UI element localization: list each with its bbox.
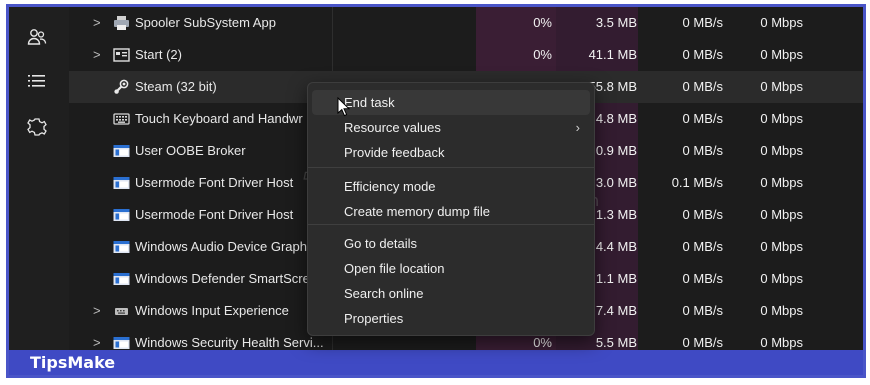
printer-icon (113, 15, 130, 31)
menu-item-label: Provide feedback (344, 145, 445, 160)
chevron-right-icon: › (575, 120, 580, 135)
menu-item-open-file-location[interactable]: Open file location (308, 256, 594, 281)
menu-item-end-task[interactable]: End task (312, 90, 590, 115)
menu-item-efficiency-mode[interactable]: Efficiency mode (308, 174, 594, 199)
window-icon (113, 175, 130, 191)
network-value: 0 Mbps (760, 207, 803, 222)
menu-item-provide-feedback[interactable]: Provide feedback (308, 140, 594, 165)
disk-value: 0 MB/s (682, 79, 723, 94)
network-value: 0 Mbps (760, 79, 803, 94)
services-icon[interactable] (25, 115, 49, 139)
menu-item-search-online[interactable]: Search online (308, 281, 594, 306)
menu-item-label: Efficiency mode (344, 179, 436, 194)
window-icon (113, 143, 130, 159)
table-row[interactable]: > Spooler SubSystem App 0% 3.5 MB 0 MB/s 0 Mb… (69, 7, 863, 39)
window-icon (113, 207, 130, 223)
details-list-icon[interactable] (25, 69, 49, 93)
network-value: 0 Mbps (760, 143, 803, 158)
network-value: 0 Mbps (760, 303, 803, 318)
expand-chevron-icon[interactable]: > (93, 295, 101, 327)
table-row[interactable]: > Start (2) 0% 41.1 MB 0 MB/s 0 Mbps (69, 39, 863, 71)
menu-item-properties[interactable]: Properties (308, 306, 594, 331)
disk-value: 0 MB/s (682, 207, 723, 222)
process-name: Windows Audio Device Graph (135, 239, 307, 254)
menu-separator (308, 224, 594, 225)
disk-value: 0.1 MB/s (671, 175, 723, 190)
menu-item-label: Go to details (344, 236, 417, 251)
process-name: Steam (32 bit) (135, 79, 217, 94)
process-name: Windows Input Experience (135, 303, 289, 318)
menu-item-go-to-details[interactable]: Go to details (308, 231, 594, 256)
menu-item-label: Properties (344, 311, 404, 326)
disk-value: 0 MB/s (682, 47, 723, 62)
process-name: Start (2) (135, 47, 182, 62)
cpu-value: 0% (533, 47, 552, 62)
menu-item-label: Search online (344, 286, 424, 301)
keyboard-icon (113, 111, 130, 127)
network-value: 0 Mbps (760, 239, 803, 254)
disk-value: 0 MB/s (682, 111, 723, 126)
window-icon (113, 239, 130, 255)
menu-item-label: Resource values (344, 120, 441, 135)
process-name: User OOBE Broker (135, 143, 246, 158)
expand-chevron-icon[interactable]: > (93, 7, 101, 39)
expand-chevron-icon[interactable]: > (93, 39, 101, 71)
menu-item-label: Open file location (344, 261, 445, 276)
process-name: Windows Defender SmartScre (135, 271, 310, 286)
disk-value: 0 MB/s (682, 143, 723, 158)
network-value: 0 Mbps (760, 15, 803, 30)
disk-value: 0 MB/s (682, 15, 723, 30)
input-icon (113, 303, 130, 319)
mouse-cursor-icon (337, 96, 351, 122)
app-icon (113, 47, 130, 63)
steam-icon (113, 79, 130, 95)
cpu-value: 0% (533, 15, 552, 30)
window-icon (113, 271, 130, 287)
menu-item-create-memory-dump-file[interactable]: Create memory dump file (308, 199, 594, 224)
memory-value: 3.5 MB (595, 15, 637, 30)
process-name: Spooler SubSystem App (135, 15, 276, 30)
process-name: Usermode Font Driver Host (135, 175, 294, 190)
network-value: 0 Mbps (760, 271, 803, 286)
process-name: Usermode Font Driver Host (135, 207, 294, 222)
footer-brand: TipsMake (30, 353, 116, 372)
users-icon[interactable] (25, 25, 49, 49)
disk-value: 0 MB/s (682, 239, 723, 254)
menu-item-label: Create memory dump file (344, 204, 490, 219)
menu-item-label: End task (344, 95, 395, 110)
process-name: Touch Keyboard and Handwr (135, 111, 303, 126)
navigation-rail (9, 7, 69, 350)
network-value: 0 Mbps (760, 175, 803, 190)
network-value: 0 Mbps (760, 47, 803, 62)
disk-value: 0 MB/s (682, 271, 723, 286)
network-value: 0 Mbps (760, 111, 803, 126)
window-icon (113, 335, 130, 351)
memory-value: 41.1 MB (588, 47, 637, 62)
footer-bar: TipsMake (9, 350, 863, 375)
menu-separator (308, 167, 594, 168)
disk-value: 0 MB/s (682, 303, 723, 318)
